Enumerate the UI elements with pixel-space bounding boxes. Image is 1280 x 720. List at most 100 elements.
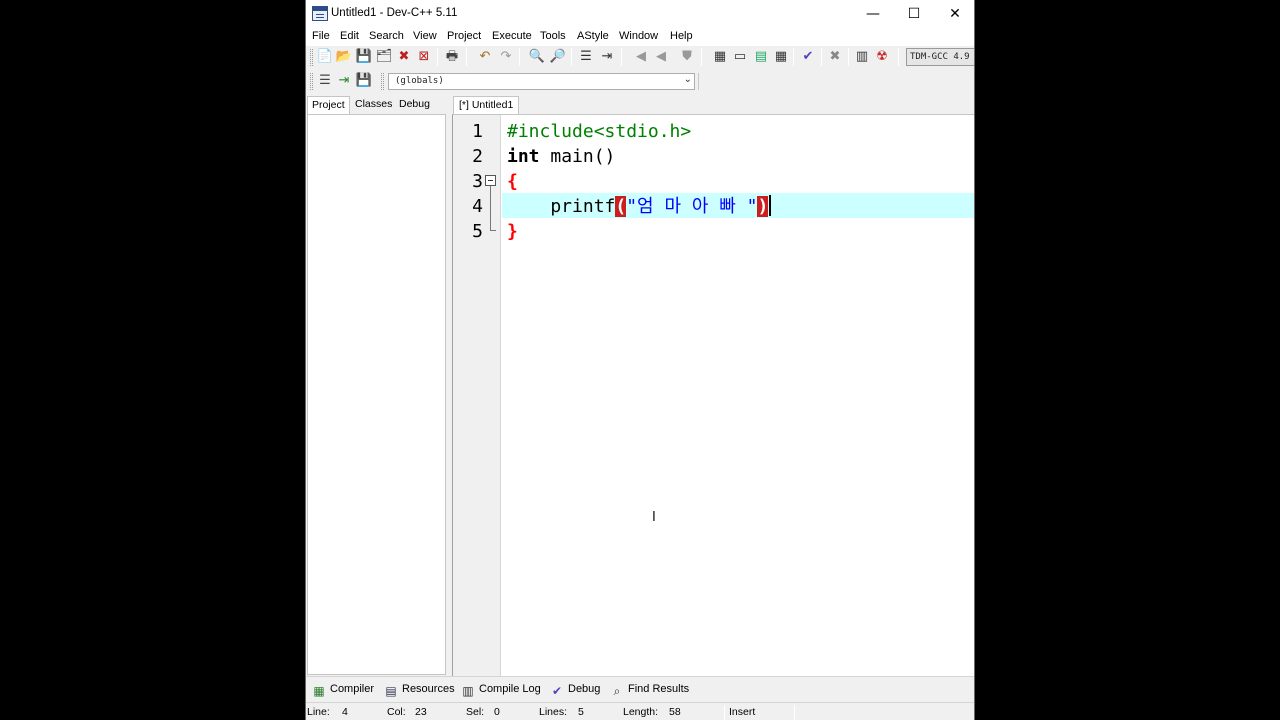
menu-window[interactable]: Window (619, 30, 658, 42)
toolbar-separator (793, 48, 794, 66)
tab-debug-bottom[interactable]: ✔ Debug (550, 681, 601, 698)
compiler-select[interactable]: TDM-GCC 4.9 (906, 48, 974, 66)
title-bar[interactable]: Untitled1 - Dev-C++ 5.11 — ☐ ✕ (306, 0, 974, 28)
close-brace: } (507, 221, 518, 242)
tab-debug[interactable]: Debug (395, 96, 434, 114)
save-icon[interactable]: 💾 (355, 48, 373, 66)
debug-icon[interactable]: ☢ (873, 48, 891, 66)
stop-execution-icon[interactable]: ✖ (826, 48, 844, 66)
menu-bar: File Edit Search View Project Execute To… (306, 28, 974, 46)
status-separator (724, 705, 725, 720)
close-all-icon[interactable]: ⊠ (415, 48, 433, 66)
check-syntax-icon[interactable]: ✔ (799, 48, 817, 66)
print-icon[interactable]: 🖶 (443, 48, 461, 66)
new-file-icon[interactable]: 📄 (316, 48, 334, 66)
code-line-5: } (507, 219, 518, 244)
status-bar: Line: 4 Col: 23 Sel: 0 Lines: 5 Length: … (306, 702, 974, 720)
toggle-bookmark-icon[interactable]: ⇥ (335, 72, 353, 90)
status-separator (794, 705, 795, 720)
profile-chart-icon[interactable]: ▥ (853, 48, 871, 66)
maximize-button[interactable]: ☐ (893, 0, 935, 28)
status-sel-label: Sel: (466, 706, 485, 718)
status-lines-value: 5 (578, 706, 584, 718)
compile-run-icon[interactable]: ▤ (752, 48, 770, 66)
compile-icon[interactable]: ▦ (711, 48, 729, 66)
menu-tools[interactable]: Tools (540, 30, 566, 42)
minimize-button[interactable]: — (852, 0, 894, 28)
code-editor[interactable]: 1 2 3 4 5 #include<stdio.h> int main() {… (452, 114, 974, 676)
left-panel: Project Classes Debug (306, 94, 448, 676)
toolbar-separator (701, 48, 702, 66)
status-lines-label: Lines: (539, 706, 568, 718)
tab-compiler[interactable]: ▦ Compiler (312, 681, 374, 698)
toolbar-grip[interactable] (310, 73, 313, 90)
toolbar-separator (898, 48, 899, 66)
status-length-value: 58 (669, 706, 681, 718)
menu-edit[interactable]: Edit (340, 30, 359, 42)
tab-resources-label: Resources (402, 683, 455, 695)
goto-line-icon[interactable]: ☰ (577, 48, 595, 66)
status-insert-mode: Insert (729, 706, 756, 718)
members-dropdown[interactable] (698, 73, 974, 90)
save-all-icon[interactable]: 🗂 (375, 48, 393, 66)
menu-file[interactable]: File (312, 30, 330, 42)
tab-find-results[interactable]: ⌕ Find Results (610, 681, 690, 698)
tab-resources[interactable]: ▤ Resources (384, 681, 455, 698)
tab-compile-log[interactable]: ▥ Compile Log (461, 681, 541, 698)
open-brace: { (507, 171, 518, 192)
line-number: 3 (472, 171, 483, 192)
toolbar-grip[interactable] (310, 49, 313, 66)
replace-icon[interactable]: 🔎 (549, 48, 567, 66)
menu-project[interactable]: Project (447, 30, 481, 42)
close-file-icon[interactable]: ✖ (395, 48, 413, 66)
menu-astyle[interactable]: AStyle (577, 30, 609, 42)
forward-icon[interactable]: ◀ (652, 48, 670, 66)
menu-help[interactable]: Help (670, 30, 693, 42)
ibeam-cursor-icon: I (652, 510, 656, 525)
grid-icon: ▦ (313, 684, 325, 698)
menu-view[interactable]: View (413, 30, 437, 42)
close-button[interactable]: ✕ (934, 0, 974, 28)
check-icon: ✔ (551, 684, 563, 698)
globals-value: (globals) (395, 76, 444, 86)
find-icon[interactable]: 🔍 (528, 48, 546, 66)
insert-icon[interactable]: ☰ (316, 72, 334, 90)
keyword-int: int (507, 146, 540, 167)
printf-call: printf (507, 196, 616, 217)
code-line-4: printf("엄 마 아 빠 ") (507, 194, 772, 219)
globals-dropdown[interactable]: (globals) ⌄ (388, 73, 695, 90)
code-line-1: #include<stdio.h> (507, 119, 691, 144)
bottom-tabs: ▦ Compiler ▤ Resources ▥ Compile Log ✔ Debug… (306, 676, 974, 700)
tab-compile-log-label: Compile Log (479, 683, 541, 695)
project-tree[interactable] (307, 114, 446, 675)
tab-untitled1[interactable]: [*] Untitled1 (453, 96, 520, 114)
status-col-label: Col: (387, 706, 406, 718)
line-number: 4 (472, 196, 483, 217)
undo-icon[interactable]: ↶ (476, 48, 494, 66)
toolbar-separator (519, 48, 520, 66)
text-caret (769, 195, 772, 216)
resources-icon: ▤ (385, 684, 397, 698)
redo-icon[interactable]: ↷ (497, 48, 515, 66)
run-icon[interactable]: ▭ (731, 48, 749, 66)
indent-icon[interactable]: ⇥ (598, 48, 616, 66)
tab-project[interactable]: Project (307, 96, 350, 115)
goto-bookmark-icon[interactable]: 💾 (355, 72, 373, 90)
back-icon[interactable]: ◀ (632, 48, 650, 66)
tab-find-results-label: Find Results (628, 683, 690, 695)
status-sel-value: 0 (494, 706, 500, 718)
fold-end (490, 230, 496, 231)
toolbar-grip[interactable] (381, 73, 384, 90)
fold-toggle-icon[interactable] (485, 175, 496, 186)
class-toolbar: ☰ ⇥ 💾 (globals) ⌄ (306, 70, 974, 92)
open-file-icon[interactable]: 📂 (335, 48, 353, 66)
tab-classes[interactable]: Classes (351, 96, 396, 114)
menu-search[interactable]: Search (369, 30, 404, 42)
menu-execute[interactable]: Execute (492, 30, 532, 42)
toolbar-separator (466, 48, 467, 66)
rebuild-icon[interactable]: ▦ (772, 48, 790, 66)
toggle-comment-icon[interactable]: ⛊ (678, 48, 696, 66)
tab-debug-label: Debug (568, 683, 601, 695)
window-title: Untitled1 - Dev-C++ 5.11 (331, 7, 458, 19)
toolbar-separator (621, 48, 622, 66)
